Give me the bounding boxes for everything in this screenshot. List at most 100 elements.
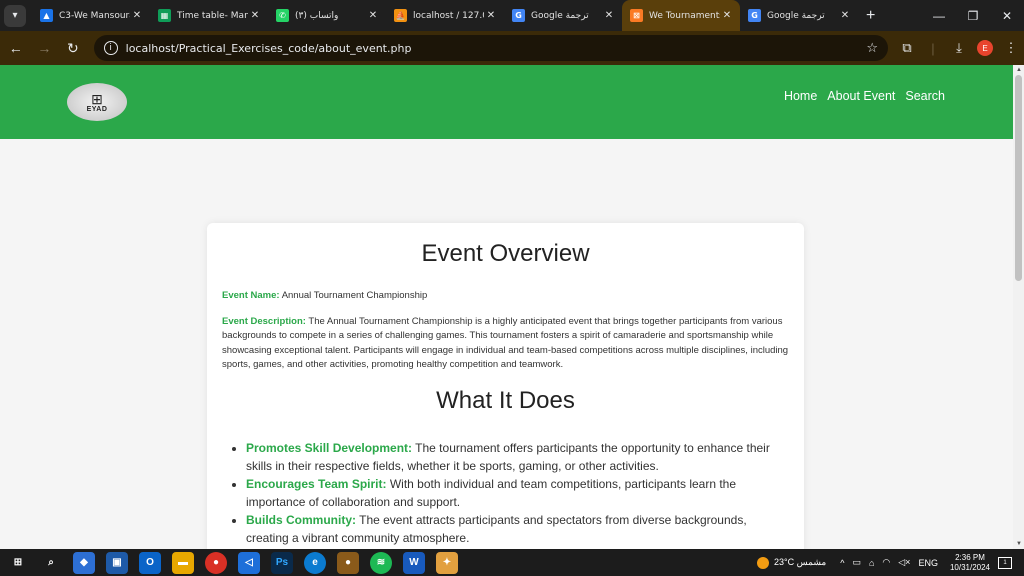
scroll-down-icon[interactable]: ▼ — [1016, 541, 1022, 547]
tab-strip: ▾ ▲ C3-We Mansoura ✕ ▦ Time table- Mans ✕ ✆ (٣)… — [0, 0, 1024, 31]
profile-avatar[interactable]: E — [976, 40, 993, 56]
reload-icon[interactable]: ↻ — [60, 35, 86, 61]
list-item: Builds Community: The event attracts par… — [246, 511, 789, 547]
page-scrollbar[interactable]: ▲ ▼ — [1013, 65, 1024, 549]
new-tab-button[interactable]: + — [866, 7, 875, 25]
tab-close-icon[interactable]: ✕ — [248, 10, 262, 21]
translate-icon: G — [512, 9, 525, 22]
tab-title: localhost / 127.0.0 — [413, 10, 484, 21]
tab-close-icon[interactable]: ✕ — [484, 10, 498, 21]
minimize-icon[interactable]: — — [922, 0, 956, 31]
maximize-icon[interactable]: ❐ — [956, 0, 990, 31]
toolbar-divider: | — [931, 40, 935, 56]
tab-5[interactable]: G Google ترجمة ✕ — [504, 0, 622, 31]
weather-icon[interactable] — [757, 556, 770, 569]
wifi-icon[interactable]: ◠ — [882, 557, 890, 568]
extensions-icon[interactable]: ⧉ — [894, 35, 920, 61]
back-icon[interactable]: ← — [3, 35, 29, 61]
logo-text: EYAD — [86, 105, 108, 113]
close-icon[interactable]: ✕ — [990, 0, 1024, 31]
spotify-icon[interactable]: ≋ — [370, 551, 392, 574]
tab-title: Google ترجمة — [531, 10, 589, 21]
tab-4[interactable]: ⛵ localhost / 127.0.0✕ — [386, 0, 504, 31]
tab-2[interactable]: ▦ Time table- Mans ✕ — [150, 0, 268, 31]
search-icon[interactable]: ⌕ — [40, 552, 62, 574]
tab-close-icon[interactable]: ✕ — [130, 10, 144, 21]
browser-toolbar: ← → ↻ i localhost/Practical_Exercises_co… — [0, 31, 1024, 65]
tab-list: ▲ C3-We Mansoura ✕ ▦ Time table- Mans ✕ ✆ (٣) و… — [32, 0, 858, 31]
toolbar-actions: ⧉ | ⤓ E ⋮ — [894, 35, 1024, 61]
copilot-icon[interactable]: ◆ — [73, 551, 95, 574]
event-name-label: Event Name: — [222, 290, 280, 301]
address-url[interactable]: localhost/Practical_Exercises_code/about… — [126, 42, 867, 55]
language-indicator[interactable]: ENG — [918, 558, 938, 568]
event-name: Event Name: Annual Tournament Championsh… — [222, 289, 789, 304]
site-logo[interactable]: ⊞ EYAD — [67, 83, 127, 121]
tab-close-icon[interactable]: ✕ — [720, 10, 734, 21]
tab-1[interactable]: ▲ C3-We Mansoura ✕ — [32, 0, 150, 31]
site-header: ⊞ EYAD Home About Event Search — [0, 65, 1013, 139]
site-info-icon[interactable]: i — [103, 41, 118, 55]
outlook-icon[interactable]: O — [139, 551, 161, 574]
translate-icon: G — [748, 9, 761, 22]
list-item-heading: Encourages Team Spirit: — [246, 476, 387, 491]
tab-title: Time table- Mans — [177, 10, 248, 21]
event-description-label: Event Description: — [222, 315, 306, 327]
edge-icon[interactable]: e — [304, 551, 326, 574]
whatsapp-icon: ✆ — [276, 9, 289, 22]
tab-6[interactable]: ⊠ We Tournaments ✕ — [622, 0, 740, 31]
page-viewport: ⊞ EYAD Home About Event Search Event Ove… — [0, 65, 1013, 549]
nav-link-search[interactable]: Search — [905, 89, 945, 103]
tab-3[interactable]: ✆ (٣) واتساب ✕ — [268, 0, 386, 31]
chevron-up-icon[interactable]: ^ — [840, 558, 844, 568]
scroll-up-icon[interactable]: ▲ — [1016, 67, 1022, 73]
window-controls: — ❐ ✕ — [922, 0, 1024, 31]
what-it-does-title: What It Does — [436, 386, 575, 414]
nav-link-about-event[interactable]: About Event — [827, 89, 895, 103]
forward-icon[interactable]: → — [32, 35, 58, 61]
bookmark-star-icon[interactable]: ☆ — [866, 41, 878, 56]
word-icon[interactable]: W — [403, 551, 425, 574]
scrollbar-thumb[interactable] — [1015, 75, 1022, 281]
vscode-icon[interactable]: ◁ — [238, 551, 260, 574]
list-item-heading: Promotes Skill Development: — [246, 440, 413, 455]
tab-title: (٣) واتساب — [295, 10, 339, 21]
clock-time: 2:36 PM — [955, 552, 985, 562]
volume-icon[interactable]: ◁× — [898, 557, 910, 568]
site-nav: Home About Event Search — [784, 89, 945, 103]
tab-7[interactable]: G Google ترجمة ✕ — [740, 0, 858, 31]
sheets-icon: ▦ — [158, 9, 171, 22]
nav-link-home[interactable]: Home — [784, 89, 817, 103]
event-name-value: Annual Tournament Championship — [281, 290, 428, 301]
tab-title: Google ترجمة — [767, 10, 825, 21]
weather-text[interactable]: 23°C مشمس — [774, 557, 826, 568]
tab-title: C3-We Mansoura — [59, 10, 130, 21]
xampp-icon: ⊠ — [630, 9, 643, 22]
photoshop-icon[interactable]: Ps — [271, 551, 293, 574]
tab-close-icon[interactable]: ✕ — [602, 10, 616, 21]
tab-close-icon[interactable]: ✕ — [366, 10, 380, 21]
file-explorer-icon[interactable]: ▬ — [172, 551, 194, 574]
menu-kebab-icon[interactable]: ⋮ — [998, 35, 1024, 61]
list-item: Promotes Skill Development: The tourname… — [246, 439, 789, 475]
chevron-down-icon[interactable]: ▾ — [4, 4, 26, 27]
event-card: Event Overview Event Name: Annual Tourna… — [207, 223, 804, 549]
chrome-profile-icon[interactable]: ● — [337, 551, 359, 574]
download-icon[interactable]: ⤓ — [946, 35, 972, 61]
clock[interactable]: 2:36 PM 10/31/2024 — [950, 553, 990, 573]
notifications-icon[interactable]: 1 — [998, 556, 1012, 569]
windows-start-icon[interactable]: ⊞ — [7, 552, 29, 574]
taskbar: ⊞ ⌕ ◆ ▣ O ▬ ● ◁ Ps e ● ≋ W ✦ 23°C مشمس ^… — [0, 549, 1024, 576]
phpmyadmin-icon: ⛵ — [394, 9, 407, 22]
address-bar[interactable]: i localhost/Practical_Exercises_code/abo… — [93, 35, 888, 61]
store-icon[interactable]: ▣ — [106, 551, 128, 574]
logo-emblem-icon: ⊞ — [91, 90, 103, 107]
tab-close-icon[interactable]: ✕ — [838, 10, 852, 21]
classroom-icon: ▲ — [40, 9, 53, 22]
tab-title: We Tournaments — [649, 10, 720, 21]
app-tray-icon[interactable]: ▭ — [852, 557, 861, 568]
app-icon[interactable]: ✦ — [436, 551, 458, 574]
chrome-icon[interactable]: ● — [205, 551, 227, 574]
system-tray: 23°C مشمس ^ ▭ ⌂ ◠ ◁× ENG 2:36 PM 10/31/2… — [757, 549, 1024, 576]
network-icon[interactable]: ⌂ — [869, 558, 874, 568]
